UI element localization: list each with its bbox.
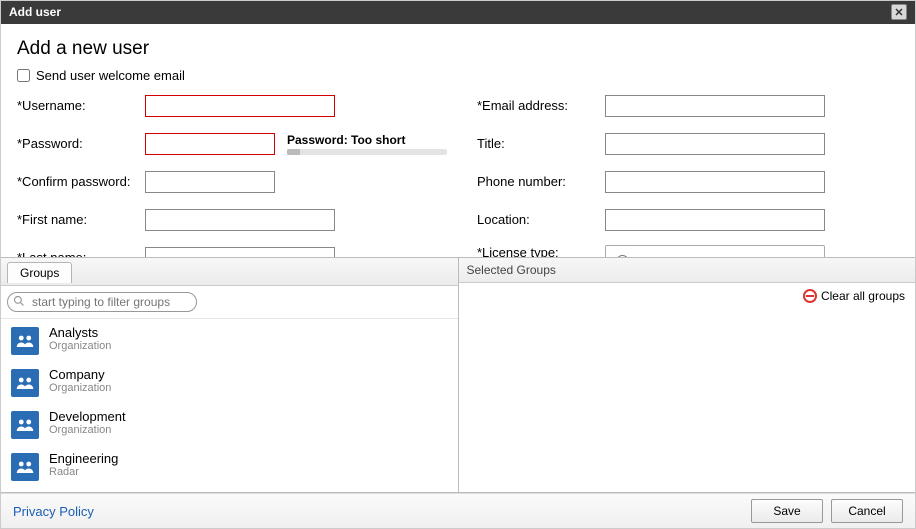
group-subtitle: Organization [49, 340, 111, 352]
group-icon [11, 453, 39, 481]
username-label: *Username: [17, 98, 145, 113]
location-label: Location: [477, 212, 605, 227]
left-column: *Username: *Password: Password: Too shor… [17, 93, 447, 257]
group-item[interactable]: EngineeringRadar [1, 445, 458, 487]
group-name: Analysts [49, 325, 111, 340]
close-icon: ✕ [894, 6, 903, 19]
group-subtitle: Organization [49, 424, 126, 436]
group-item[interactable]: CompanyOrganization [1, 361, 458, 403]
email-label: *Email address: [477, 98, 605, 113]
group-item[interactable]: Organization AdminOrganization [1, 487, 458, 493]
welcome-email-checkbox[interactable] [17, 69, 30, 82]
clear-all-groups-link[interactable]: Clear all groups [821, 289, 905, 303]
group-item[interactable]: DevelopmentOrganization [1, 403, 458, 445]
phone-input[interactable] [605, 171, 825, 193]
privacy-policy-link[interactable]: Privacy Policy [13, 504, 94, 519]
add-user-dialog: Add user ✕ Add a new user Send user welc… [0, 0, 916, 529]
confirm-password-label: *Confirm password: [17, 174, 145, 189]
password-strength-meter [287, 149, 447, 155]
welcome-email-label: Send user welcome email [36, 68, 185, 83]
available-groups-panel: Groups AnalystsOrganizationCompanyOrgani… [1, 258, 459, 493]
first-name-input[interactable] [145, 209, 335, 231]
group-icon [11, 411, 39, 439]
group-subtitle: Organization [49, 382, 111, 394]
page-heading: Add a new user [17, 38, 899, 60]
phone-label: Phone number: [477, 174, 605, 189]
password-input[interactable] [145, 133, 275, 155]
username-input[interactable] [145, 95, 335, 117]
password-strength-label: Password: Too short [287, 133, 447, 147]
first-name-label: *First name: [17, 212, 145, 227]
selected-groups-list [459, 309, 916, 493]
dialog-titlebar: Add user ✕ [1, 1, 915, 24]
password-label: *Password: [17, 136, 145, 151]
dialog-body: Add a new user Send user welcome email *… [1, 24, 915, 257]
selected-groups-panel: Selected Groups Clear all groups [459, 258, 916, 493]
title-input[interactable] [605, 133, 825, 155]
dialog-footer: Privacy Policy Save Cancel [1, 493, 915, 528]
group-item[interactable]: AnalystsOrganization [1, 319, 458, 361]
group-name: Company [49, 367, 111, 382]
confirm-password-input[interactable] [145, 171, 275, 193]
email-input[interactable] [605, 95, 825, 117]
groups-region: Groups AnalystsOrganizationCompanyOrgani… [1, 257, 915, 494]
remove-icon [803, 289, 817, 303]
selected-groups-header: Selected Groups [459, 258, 916, 283]
group-filter-input[interactable] [7, 292, 197, 312]
right-column: *Email address: Title: Phone number: Loc… [477, 93, 899, 257]
group-name: Development [49, 409, 126, 424]
license-label: *License type: [477, 245, 605, 257]
password-strength: Password: Too short [287, 133, 447, 155]
dialog-title: Add user [9, 5, 61, 19]
group-subtitle: Radar [49, 466, 118, 478]
close-button[interactable]: ✕ [891, 4, 907, 20]
welcome-email-row: Send user welcome email [17, 68, 899, 83]
search-icon [13, 295, 25, 310]
save-button[interactable]: Save [751, 499, 823, 523]
location-input[interactable] [605, 209, 825, 231]
group-name: Engineering [49, 451, 118, 466]
license-type-group: Creator [605, 245, 825, 257]
group-icon [11, 369, 39, 397]
title-label: Title: [477, 136, 605, 151]
group-icon [11, 327, 39, 355]
group-list[interactable]: AnalystsOrganizationCompanyOrganizationD… [1, 319, 458, 493]
last-name-input[interactable] [145, 247, 335, 257]
groups-tab[interactable]: Groups [7, 262, 72, 283]
cancel-button[interactable]: Cancel [831, 499, 903, 523]
